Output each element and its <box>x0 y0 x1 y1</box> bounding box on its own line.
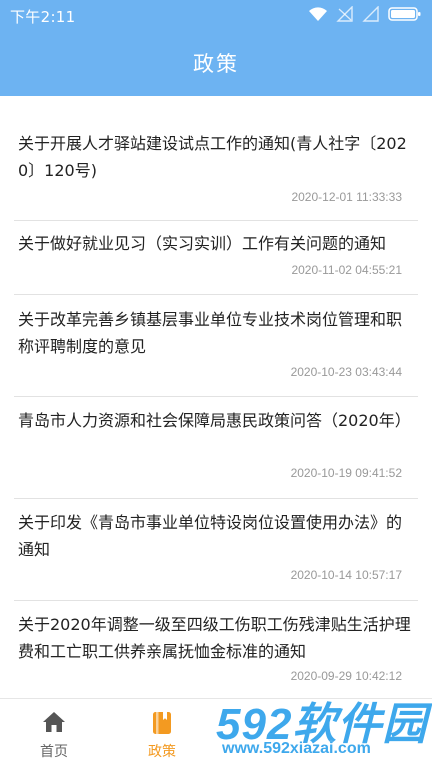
status-time: 下午2:11 <box>10 8 76 26</box>
watermark-url: www.592xiazai.com <box>222 740 371 757</box>
news-title: 关于做好就业见习（实习实训）工作有关问题的通知 <box>18 234 387 253</box>
divider <box>14 600 418 601</box>
news-title: 关于改革完善乡镇基层事业单位专业技术岗位管理和职称评聘制度的意见 <box>18 310 403 356</box>
page-title: 政策 <box>193 52 239 76</box>
news-item[interactable]: 关于印发《青岛市事业单位特设岗位设置使用办法》的通知 2020-10-14 10… <box>0 509 432 601</box>
battery-icon <box>388 6 422 22</box>
news-list: 关于开展人才驿站建设试点工作的通知(青人社字〔2020〕120号) 2020-1… <box>0 96 432 698</box>
news-date: 2020-10-23 03:43:44 <box>290 365 402 379</box>
signal-icon <box>362 6 380 22</box>
watermark: 592软件园 www.592xiazai.com <box>212 688 432 768</box>
app-screen: 下午2:11 政策 关于开展人才驿站建设试点工作的通知(青人社字〔2020〕12… <box>0 0 432 768</box>
tab-home-label: 首页 <box>40 744 68 760</box>
signal-off-icon <box>336 6 354 22</box>
status-bar: 下午2:11 <box>0 0 432 30</box>
tab-policy-label: 政策 <box>148 744 176 760</box>
news-date: 2020-11-02 04:55:21 <box>291 263 402 277</box>
news-date: 2020-09-29 10:42:12 <box>290 669 402 683</box>
news-date: 2020-12-01 11:33:33 <box>291 190 402 204</box>
news-date: 2020-10-19 09:41:52 <box>290 466 402 480</box>
app-header: 政策 <box>0 30 432 96</box>
news-item[interactable]: 青岛市人力资源和社会保障局惠民政策问答（2020年） 2020-10-19 09… <box>0 407 432 499</box>
wifi-icon <box>308 6 328 22</box>
news-item[interactable]: 关于做好就业见习（实习实训）工作有关问题的通知 2020-11-02 04:55… <box>0 230 432 294</box>
document-icon <box>152 711 172 739</box>
tab-policy[interactable]: 政策 <box>126 699 198 768</box>
news-title: 关于印发《青岛市事业单位特设岗位设置使用办法》的通知 <box>18 513 403 559</box>
news-title: 青岛市人力资源和社会保障局惠民政策问答（2020年） <box>18 411 411 430</box>
news-title: 关于2020年调整一级至四级工伤职工伤残津贴生活护理费和工亡职工供养亲属抚恤金标… <box>18 615 411 661</box>
divider <box>14 294 418 295</box>
divider <box>14 396 418 397</box>
news-item[interactable]: 关于开展人才驿站建设试点工作的通知(青人社字〔2020〕120号) 2020-1… <box>0 130 432 224</box>
tab-home[interactable]: 首页 <box>18 699 90 768</box>
news-item[interactable]: 关于改革完善乡镇基层事业单位专业技术岗位管理和职称评聘制度的意见 2020-10… <box>0 306 432 398</box>
news-item[interactable]: 关于2020年调整一级至四级工伤职工伤残津贴生活护理费和工亡职工供养亲属抚恤金标… <box>0 611 432 698</box>
divider <box>14 220 418 221</box>
home-icon <box>42 711 66 737</box>
status-icons <box>308 6 422 22</box>
news-title: 关于开展人才驿站建设试点工作的通知(青人社字〔2020〕120号) <box>18 134 407 180</box>
news-date: 2020-10-14 10:57:17 <box>290 568 402 582</box>
divider <box>14 498 418 499</box>
